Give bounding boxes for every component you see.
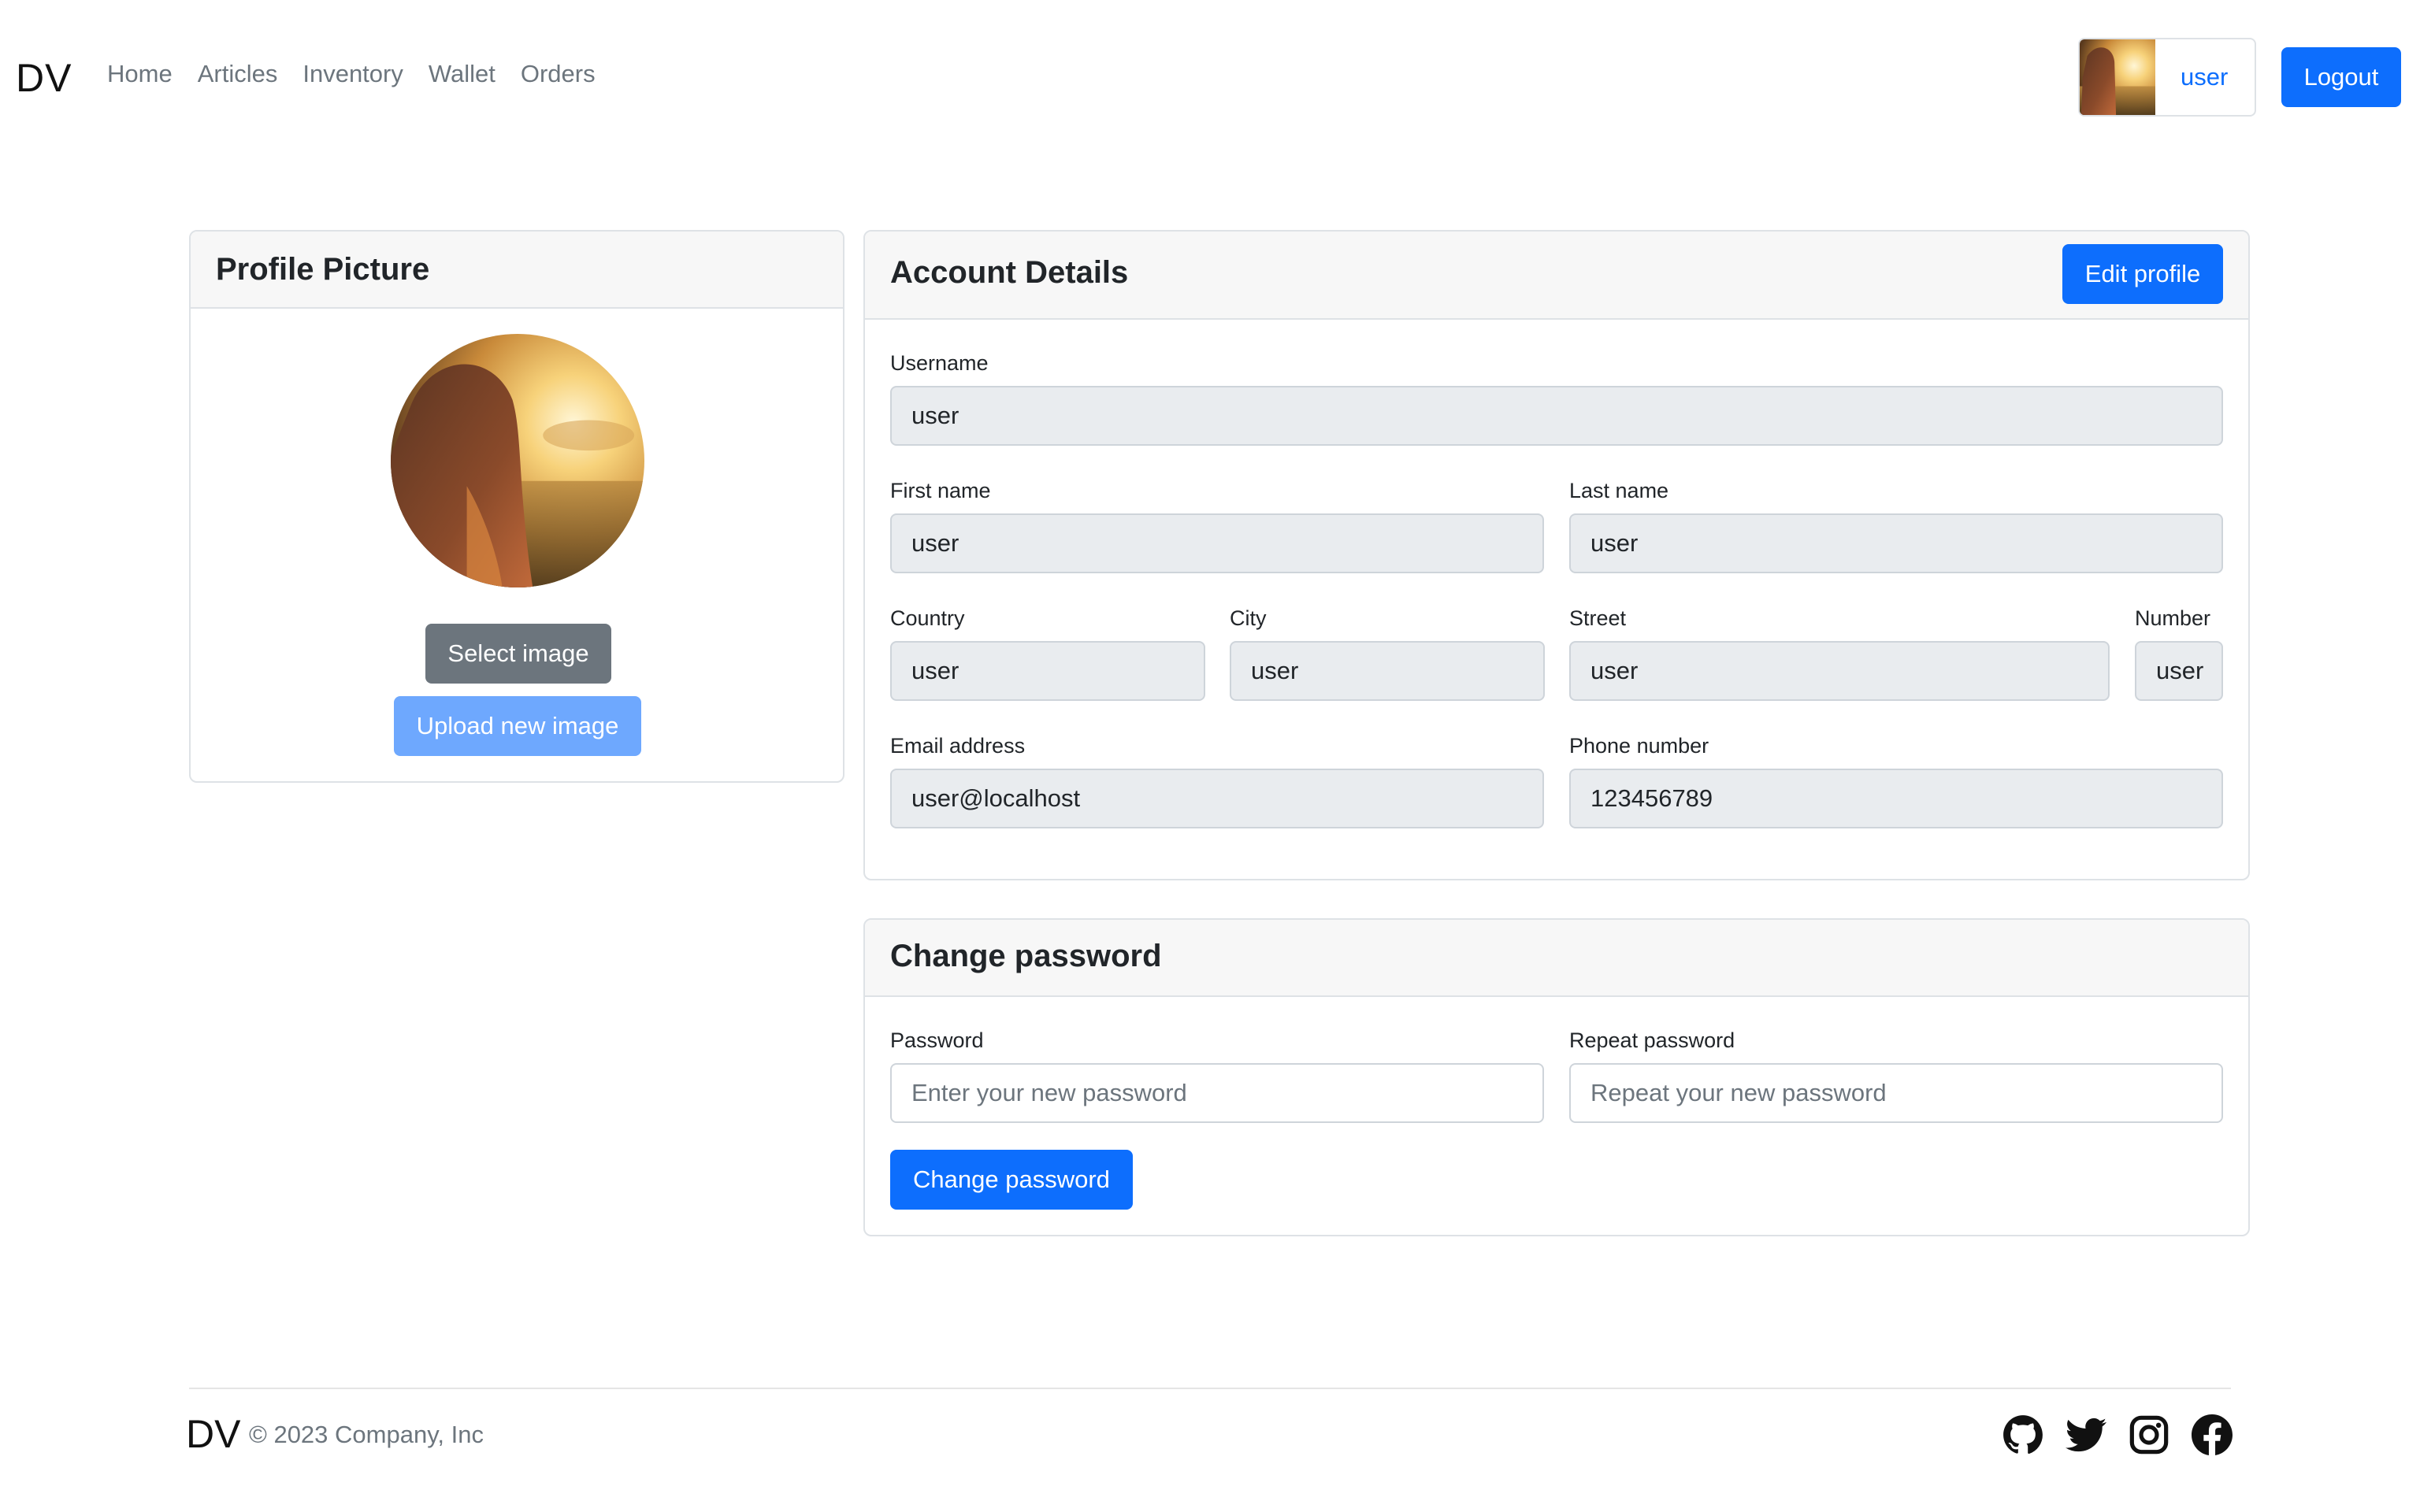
- facebook-icon[interactable]: [2192, 1414, 2233, 1455]
- nav-link-articles[interactable]: Articles: [198, 60, 278, 88]
- last-name-field[interactable]: user: [1569, 513, 2223, 573]
- edit-profile-button[interactable]: Edit profile: [2062, 244, 2223, 304]
- nav-link-wallet[interactable]: Wallet: [429, 60, 496, 88]
- last-name-label: Last name: [1569, 479, 1669, 502]
- select-image-button[interactable]: Select image: [425, 624, 611, 684]
- github-icon[interactable]: [2002, 1414, 2043, 1455]
- profile-picture-title: Profile Picture: [216, 252, 430, 287]
- change-password-card: Change password Password Enter your new …: [863, 918, 2250, 1236]
- change-password-title: Change password: [890, 939, 1162, 973]
- username-field[interactable]: user: [890, 386, 2223, 446]
- account-details-card: Account Details Edit profile Username us…: [863, 230, 2250, 880]
- profile-avatar: [391, 334, 644, 587]
- account-details-title: Account Details: [890, 255, 1129, 290]
- street-label: Street: [1569, 606, 1627, 630]
- phone-field[interactable]: 123456789: [1569, 769, 2223, 828]
- profile-picture-header: Profile Picture: [191, 232, 843, 309]
- number-field[interactable]: user: [2135, 641, 2223, 701]
- phone-label: Phone number: [1569, 734, 1709, 758]
- account-details-header: Account Details Edit profile: [865, 232, 2248, 320]
- user-name: user: [2181, 63, 2229, 91]
- password-label: Password: [890, 1028, 984, 1052]
- profile-picture-card: Profile Picture Select image Upload new …: [189, 230, 844, 783]
- first-name-label: First name: [890, 479, 991, 502]
- repeat-password-input[interactable]: Repeat your new password: [1569, 1063, 2223, 1123]
- street-field[interactable]: user: [1569, 641, 2110, 701]
- nav-link-orders[interactable]: Orders: [521, 60, 596, 88]
- country-field[interactable]: user: [890, 641, 1205, 701]
- footer-brand[interactable]: DV: [186, 1411, 240, 1457]
- brand-logo[interactable]: DV: [16, 55, 72, 101]
- password-input[interactable]: Enter your new password: [890, 1063, 1544, 1123]
- first-name-field[interactable]: user: [890, 513, 1544, 573]
- twitter-icon[interactable]: [2066, 1414, 2106, 1455]
- country-label: Country: [890, 606, 965, 630]
- nav-link-inventory[interactable]: Inventory: [302, 60, 403, 88]
- logout-button[interactable]: Logout: [2281, 47, 2401, 107]
- navbar: DV Home Articles Inventory Wallet Orders…: [0, 0, 2420, 154]
- email-field[interactable]: user@localhost: [890, 769, 1544, 828]
- change-password-header: Change password: [865, 920, 2248, 997]
- nav-link-home[interactable]: Home: [107, 60, 173, 88]
- user-avatar: [2080, 39, 2155, 115]
- footer-divider: [189, 1388, 2231, 1389]
- city-field[interactable]: user: [1230, 641, 1545, 701]
- footer-copyright: © 2023 Company, Inc: [249, 1421, 484, 1448]
- repeat-password-label: Repeat password: [1569, 1028, 1735, 1052]
- change-password-button[interactable]: Change password: [890, 1150, 1133, 1210]
- number-label: Number: [2135, 606, 2211, 630]
- city-label: City: [1230, 606, 1267, 630]
- upload-image-button[interactable]: Upload new image: [394, 696, 641, 756]
- user-menu[interactable]: user: [2078, 38, 2256, 117]
- nav-links: Home Articles Inventory Wallet Orders: [107, 60, 596, 88]
- email-label: Email address: [890, 734, 1026, 758]
- instagram-icon[interactable]: [2129, 1414, 2169, 1455]
- username-label: Username: [890, 351, 989, 375]
